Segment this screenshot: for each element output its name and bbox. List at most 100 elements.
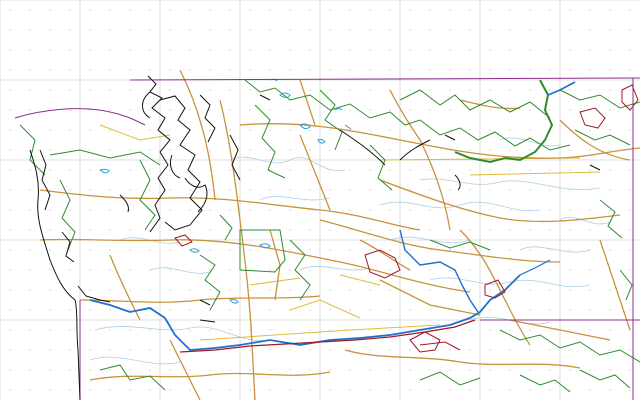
grid-dot: [349, 89, 351, 91]
grid-dot: [29, 109, 31, 111]
grid-dot: [569, 209, 571, 211]
grid-dot: [229, 49, 231, 51]
grid-dot: [609, 149, 611, 151]
grid-dot: [349, 9, 351, 11]
grid-dot: [69, 229, 71, 231]
grid-dot: [349, 249, 351, 251]
grid-dot: [149, 249, 151, 251]
grid-dot: [509, 249, 511, 251]
grid-dot: [489, 89, 491, 91]
grid-dot: [329, 9, 331, 11]
grid-dot: [289, 209, 291, 211]
grid-dot: [109, 349, 111, 351]
grid-dot: [229, 169, 231, 171]
grid-dot: [129, 309, 131, 311]
grid-dot: [389, 369, 391, 371]
grid-dot: [469, 49, 471, 51]
grid-dot: [49, 289, 51, 291]
grid-dot: [469, 349, 471, 351]
grid-dot: [129, 169, 131, 171]
grid-dot: [69, 189, 71, 191]
grid-dot: [349, 369, 351, 371]
grid-dot: [229, 129, 231, 131]
grid-dot: [389, 149, 391, 151]
grid-dot: [29, 369, 31, 371]
grid-dot: [429, 309, 431, 311]
grid-dot: [609, 249, 611, 251]
grid-dot: [489, 349, 491, 351]
grid-dot: [549, 169, 551, 171]
grid-dot: [269, 209, 271, 211]
grid-dot: [609, 369, 611, 371]
grid-dot: [429, 109, 431, 111]
grid-dot: [89, 209, 91, 211]
grid-dot: [289, 389, 291, 391]
grid-dot: [389, 69, 391, 71]
grid-dot: [569, 169, 571, 171]
grid-dot: [69, 349, 71, 351]
grid-dot: [89, 29, 91, 31]
grid-dot: [549, 69, 551, 71]
grid-dot: [429, 369, 431, 371]
grid-dot: [549, 249, 551, 251]
grid-dot: [129, 69, 131, 71]
grid-dot: [149, 69, 151, 71]
grid-dot: [549, 189, 551, 191]
grid-dot: [49, 89, 51, 91]
grid-dot: [209, 109, 211, 111]
grid-dot: [229, 269, 231, 271]
grid-dot: [369, 129, 371, 131]
grid-dot: [449, 9, 451, 11]
grid-dot: [129, 29, 131, 31]
grid-dot: [369, 369, 371, 371]
grid-dot: [269, 249, 271, 251]
grid-dot: [589, 209, 591, 211]
grid-dot: [309, 309, 311, 311]
grid-dot: [629, 309, 631, 311]
grid-dot: [249, 129, 251, 131]
grid-dot: [389, 9, 391, 11]
grid-dot: [549, 29, 551, 31]
grid-dot: [249, 389, 251, 391]
grid-dot: [149, 369, 151, 371]
grid-dot: [189, 69, 191, 71]
grid-dot: [509, 389, 511, 391]
grid-dot: [49, 129, 51, 131]
grid-dot: [289, 129, 291, 131]
map-view[interactable]: [0, 0, 640, 400]
grid-dot: [449, 249, 451, 251]
grid-dot: [289, 109, 291, 111]
grid-dot: [189, 309, 191, 311]
grid-dot: [309, 89, 311, 91]
grid-dot: [309, 349, 311, 351]
grid-dot: [529, 29, 531, 31]
grid-dot: [609, 129, 611, 131]
grid-dot: [229, 29, 231, 31]
map-canvas[interactable]: [0, 0, 640, 400]
grid-dot: [349, 49, 351, 51]
grid-dot: [449, 329, 451, 331]
grid-dot: [169, 9, 171, 11]
grid-dot: [449, 369, 451, 371]
grid-dot: [469, 129, 471, 131]
grid-dot: [229, 69, 231, 71]
grid-dot: [369, 389, 371, 391]
grid-dot: [549, 229, 551, 231]
grid-dot: [509, 149, 511, 151]
grid-dot: [529, 189, 531, 191]
grid-dot: [389, 269, 391, 271]
grid-dot: [129, 49, 131, 51]
grid-dot: [169, 149, 171, 151]
grid-dot: [189, 149, 191, 151]
grid-dot: [229, 349, 231, 351]
grid-dot: [549, 329, 551, 331]
grid-dot: [209, 389, 211, 391]
grid-dot: [609, 169, 611, 171]
grid-dot: [209, 189, 211, 191]
grid-dot: [469, 249, 471, 251]
grid-dot: [389, 289, 391, 291]
grid-dot: [569, 249, 571, 251]
grid-dot: [189, 289, 191, 291]
grid-dot: [429, 129, 431, 131]
grid-dot: [249, 369, 251, 371]
